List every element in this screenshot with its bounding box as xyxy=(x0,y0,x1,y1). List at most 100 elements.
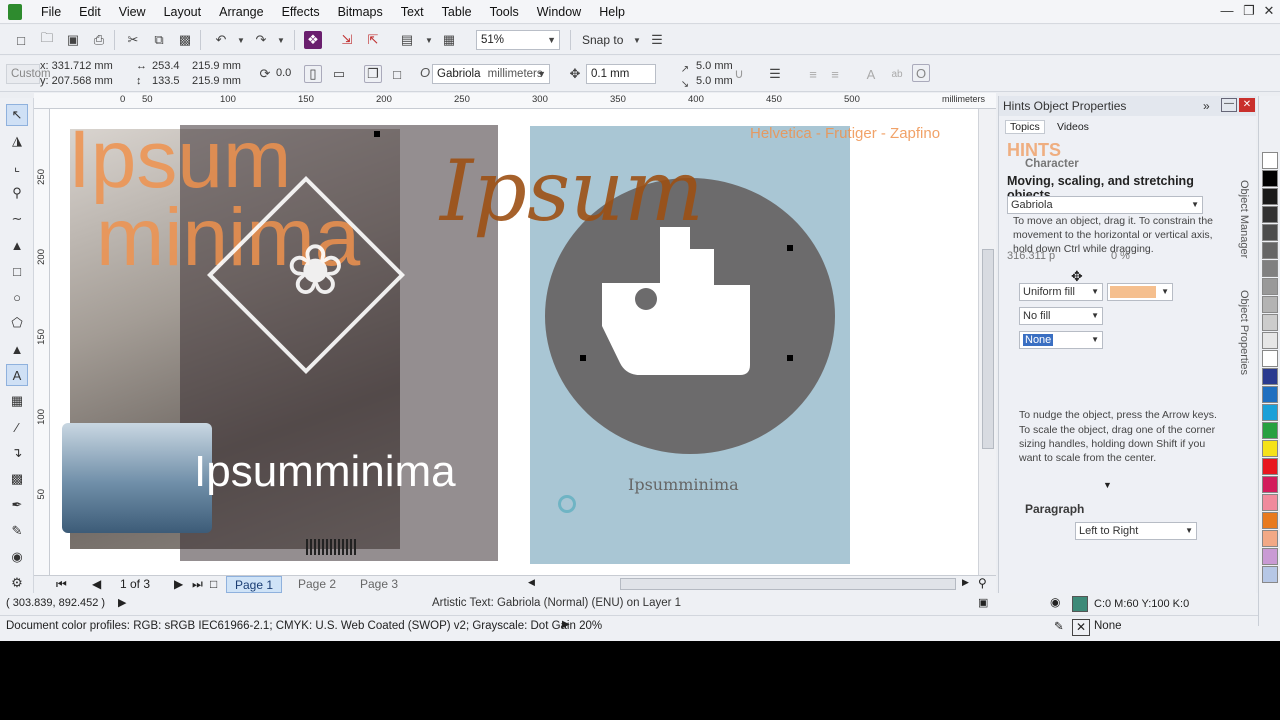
palette-swatch[interactable] xyxy=(1262,332,1278,349)
application-launcher-icon[interactable]: ▤ xyxy=(398,31,416,49)
tab-page-1[interactable]: Page 1 xyxy=(226,576,283,593)
new-document-icon[interactable]: □ xyxy=(12,31,30,49)
palette-swatch[interactable] xyxy=(1262,242,1278,259)
expand-character-icon[interactable]: ▼ xyxy=(1103,480,1112,490)
freehand-tool-icon[interactable]: ∼ xyxy=(6,208,28,230)
snap-status-icon[interactable]: ▣ xyxy=(978,596,988,609)
fill-swatch[interactable] xyxy=(1072,596,1088,612)
open-icon[interactable]: 🗀 xyxy=(38,30,56,49)
current-page-icon[interactable]: □ xyxy=(388,65,406,83)
bold-icon[interactable]: ≡ xyxy=(804,65,822,83)
menu-layout[interactable]: Layout xyxy=(155,0,211,24)
palette-swatch[interactable] xyxy=(1262,476,1278,493)
add-page-icon[interactable]: □ xyxy=(210,577,217,591)
docker-title-bar[interactable]: Hints Object Properties » — ✕ xyxy=(999,96,1256,116)
font-list-select[interactable]: Gabriola millimeters ▼ xyxy=(432,64,550,84)
page-width-field[interactable]: 215.9 mm xyxy=(192,60,241,72)
menu-effects[interactable]: Effects xyxy=(273,0,329,24)
pick-tool-icon[interactable]: ↖ xyxy=(6,104,28,126)
close-docker-icon[interactable]: ✕ xyxy=(1239,98,1255,112)
background-fill-select[interactable]: No fill ▼ xyxy=(1019,307,1103,325)
palette-swatch[interactable] xyxy=(1262,278,1278,295)
rectangle-tool-icon[interactable]: □ xyxy=(6,260,28,282)
color-profiles-text[interactable]: Document color profiles: RGB: sRGB IEC61… xyxy=(6,620,602,632)
next-page-icon[interactable]: ▶ xyxy=(174,577,183,591)
options-icon[interactable]: ☰ xyxy=(648,31,666,49)
expand-profile-icon[interactable]: ▶ xyxy=(562,619,570,630)
x-position-field[interactable]: x: 331.712 mm xyxy=(40,60,113,72)
zoom-fit-icon[interactable]: ⚲ xyxy=(978,576,987,590)
palette-swatch[interactable] xyxy=(1262,152,1278,169)
landscape-icon[interactable]: ▭ xyxy=(330,65,348,83)
kerning-field[interactable]: 0 % xyxy=(1111,250,1130,262)
text-properties-icon[interactable]: A xyxy=(862,65,880,83)
previous-page-icon[interactable]: ◀ xyxy=(92,577,101,591)
corel-connect-icon[interactable]: ❖ xyxy=(304,31,322,49)
eyedropper-tool-icon[interactable]: ✒ xyxy=(6,494,28,516)
connector-tool-icon[interactable]: ↴ xyxy=(6,442,28,464)
redo-icon[interactable]: ↷ xyxy=(252,31,270,49)
menu-tools[interactable]: Tools xyxy=(481,0,528,24)
outline-pen-icon[interactable]: ✎ xyxy=(1054,619,1064,633)
palette-swatch[interactable] xyxy=(1262,350,1278,367)
fill-tool-icon[interactable]: ◉ xyxy=(6,546,28,568)
text-tool-icon[interactable]: A xyxy=(6,364,28,386)
page-preset-select[interactable]: Custom xyxy=(6,64,51,84)
export-icon[interactable]: ⇱ xyxy=(364,31,382,49)
menu-view[interactable]: View xyxy=(110,0,155,24)
character-section-header[interactable]: Character xyxy=(1025,158,1079,170)
vertical-scrollbar[interactable] xyxy=(978,109,996,575)
palette-swatch[interactable] xyxy=(1262,260,1278,277)
fill-bucket-icon[interactable]: ◉ xyxy=(1050,595,1060,609)
vertical-scroll-thumb[interactable] xyxy=(982,249,994,449)
cut-icon[interactable]: ✂ xyxy=(124,31,142,49)
polygon-tool-icon[interactable]: ⬠ xyxy=(6,312,28,334)
fill-color-select[interactable]: ▼ xyxy=(1107,283,1173,301)
palette-swatch[interactable] xyxy=(1262,206,1278,223)
tab-object-manager[interactable]: Object Manager xyxy=(1238,180,1250,258)
restore-icon[interactable]: ❐ xyxy=(1238,2,1260,20)
rotation-angle-field[interactable]: 0.0 xyxy=(276,67,291,79)
menu-table[interactable]: Table xyxy=(433,0,481,24)
snap-dropdown-icon[interactable]: ▼ xyxy=(628,31,646,49)
poster-word-text[interactable]: Ipsumminima xyxy=(628,475,739,494)
palette-swatch[interactable] xyxy=(1262,440,1278,457)
save-icon[interactable]: ▣ xyxy=(64,31,82,49)
tab-topics[interactable]: Topics xyxy=(1005,120,1045,134)
table-tool-icon[interactable]: ▦ xyxy=(6,390,28,412)
paste-icon[interactable]: ▩ xyxy=(176,31,194,49)
copy-icon[interactable]: ⧉ xyxy=(150,31,168,49)
magnet-icon[interactable]: ∪ xyxy=(730,65,748,83)
selection-handle[interactable] xyxy=(787,355,793,361)
undo-icon[interactable]: ↶ xyxy=(212,31,230,49)
zoom-level-select[interactable]: 51% ▼ xyxy=(476,30,560,50)
menu-edit[interactable]: Edit xyxy=(70,0,110,24)
palette-swatch[interactable] xyxy=(1262,494,1278,511)
edit-text-icon[interactable]: ab xyxy=(888,65,906,83)
all-pages-icon[interactable]: ❐ xyxy=(364,65,382,83)
paragraph-section-header[interactable]: Paragraph xyxy=(1025,502,1084,516)
close-icon[interactable]: ✕ xyxy=(1258,2,1280,20)
palette-swatch[interactable] xyxy=(1262,386,1278,403)
palette-swatch[interactable] xyxy=(1262,404,1278,421)
interactive-fill-icon[interactable]: ⚙ xyxy=(6,572,28,594)
outline-select[interactable]: None ▼ xyxy=(1019,331,1103,349)
no-outline-swatch[interactable]: ✕ xyxy=(1072,619,1090,636)
ellipse-tool-icon[interactable]: ○ xyxy=(6,286,28,308)
align-icon[interactable]: ☰ xyxy=(766,65,784,83)
width-field[interactable]: 253.4 xyxy=(152,60,180,72)
scroll-right-icon[interactable]: ▶ xyxy=(962,577,969,588)
minimize-docker-icon[interactable]: — xyxy=(1221,98,1237,112)
dimension-tool-icon[interactable]: ∕ xyxy=(6,416,28,438)
palette-swatch[interactable] xyxy=(1262,224,1278,241)
y-position-field[interactable]: y: 207.568 mm xyxy=(40,75,113,87)
zoom-tool-icon[interactable]: ⚲ xyxy=(6,182,28,204)
first-page-icon[interactable]: ⏮ xyxy=(56,577,67,592)
crop-tool-icon[interactable]: ⌞ xyxy=(6,156,28,178)
palette-swatch[interactable] xyxy=(1262,170,1278,187)
blend-tool-icon[interactable]: ▩ xyxy=(6,468,28,490)
selection-handle[interactable] xyxy=(374,131,380,137)
horizontal-ruler[interactable]: 0 50 100 150 200 250 300 350 400 450 500… xyxy=(34,93,996,109)
nudge-distance-field[interactable]: 0.1 mm xyxy=(586,64,656,84)
palette-swatch[interactable] xyxy=(1262,296,1278,313)
